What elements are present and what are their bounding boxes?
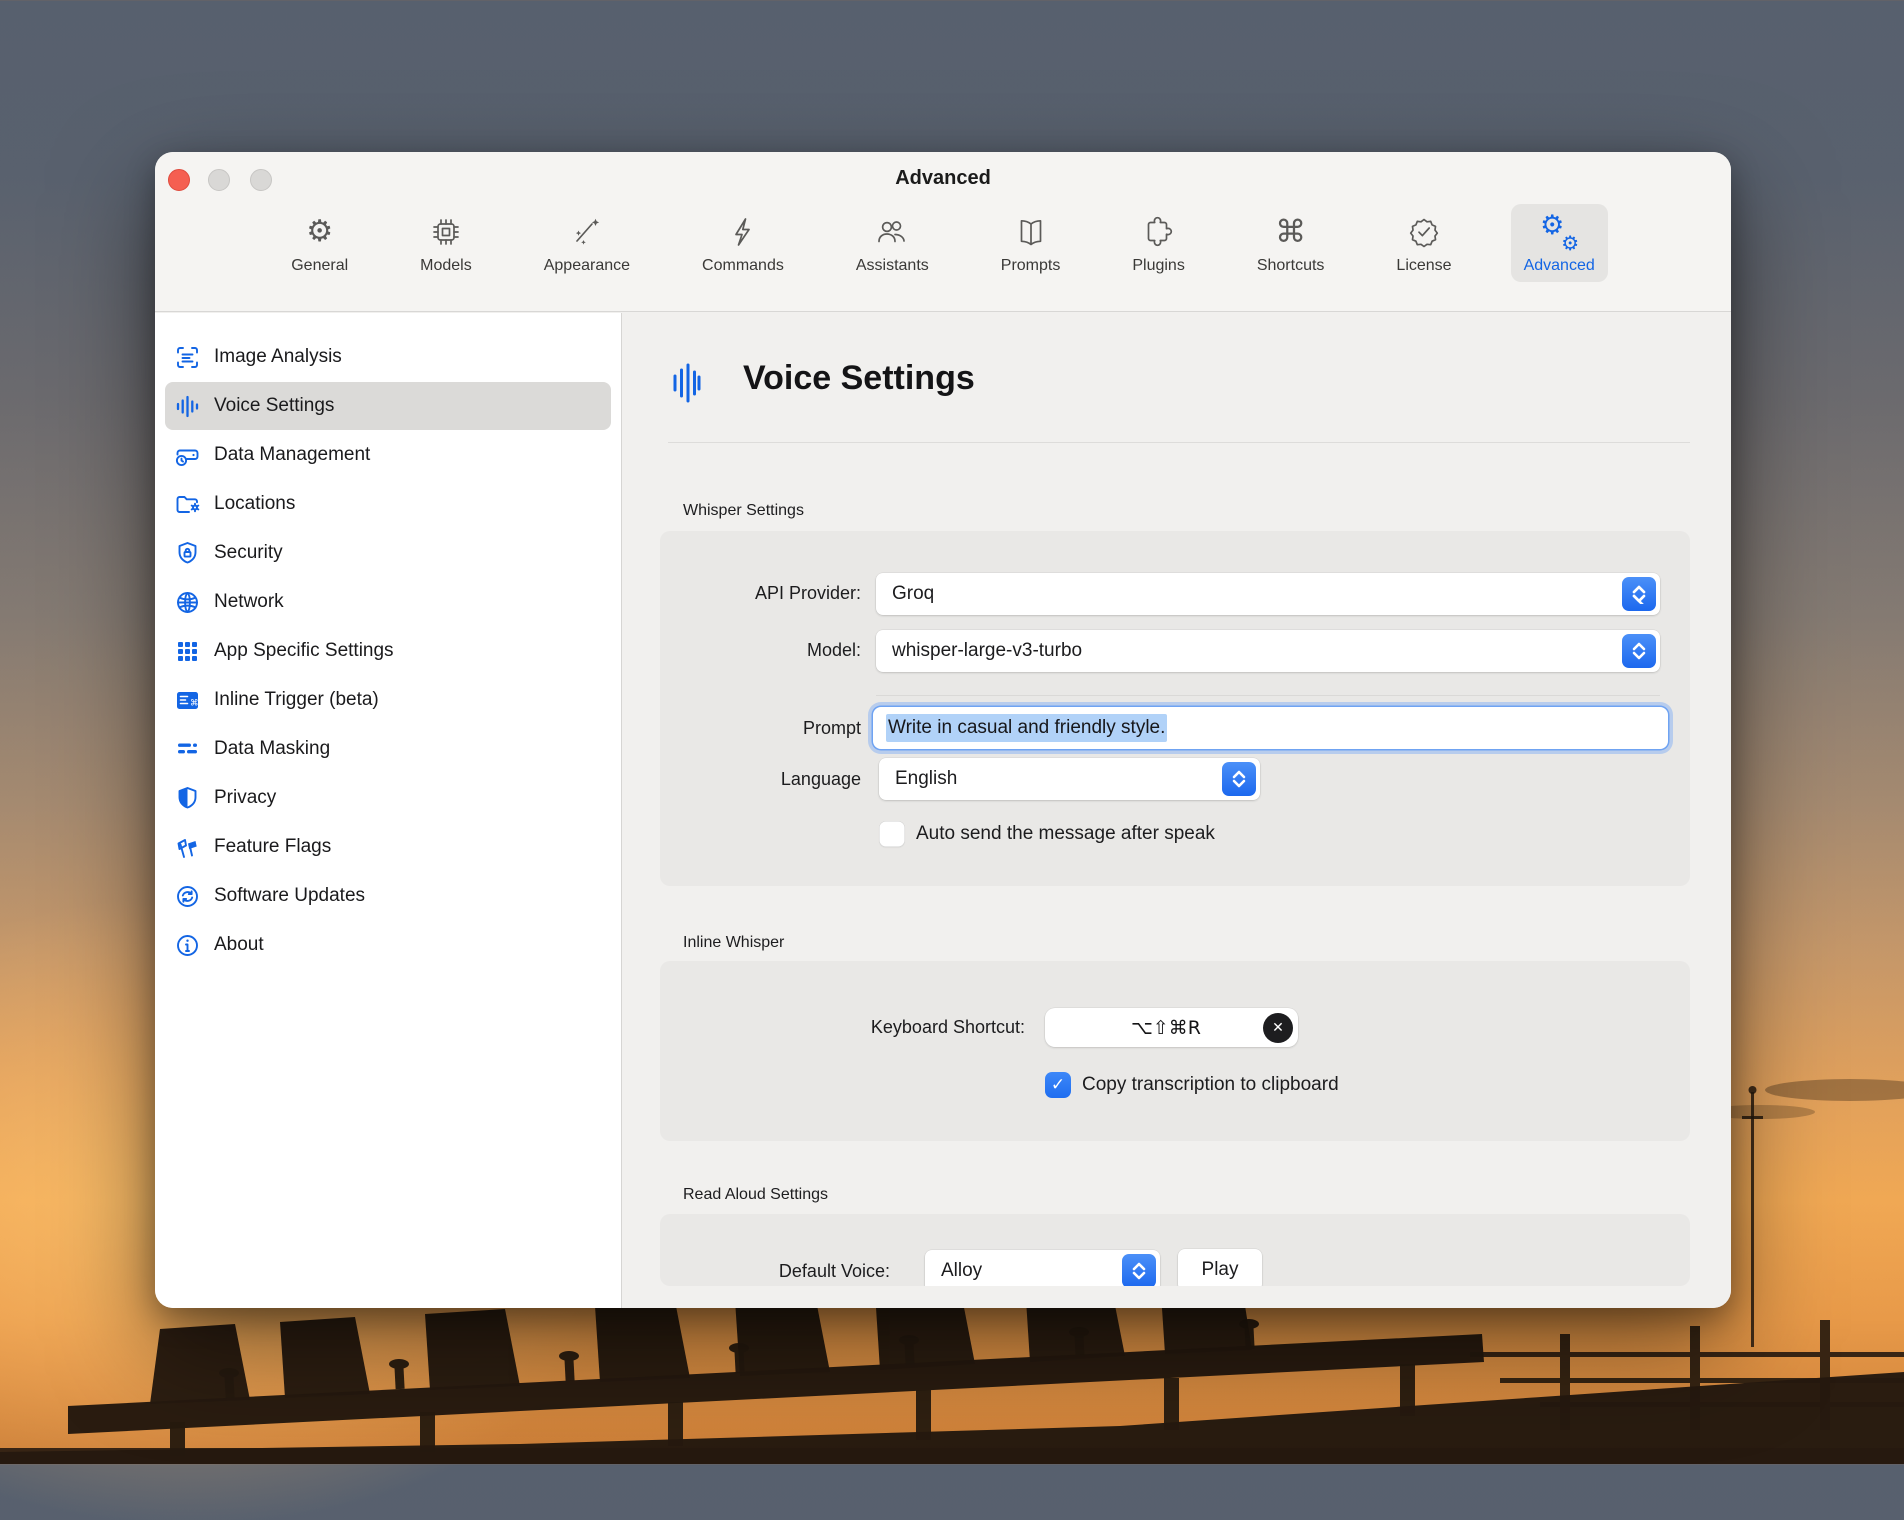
x-icon: ✕: [1272, 1020, 1284, 1036]
sidebar-item-feature-flags[interactable]: Feature Flags: [165, 823, 611, 871]
sidebar-item-data-management[interactable]: Data Management: [165, 431, 611, 479]
puzzle-icon: [1141, 212, 1177, 252]
sidebar-item-about[interactable]: About: [165, 921, 611, 969]
flags-icon: [174, 834, 201, 861]
sidebar-item-network[interactable]: Network: [165, 578, 611, 626]
chip-icon: [428, 212, 464, 252]
model-label: Model:: [601, 640, 861, 661]
auto-send-row: ✓ Auto send the message after speak: [879, 821, 1215, 847]
folder-gear-icon: [174, 491, 201, 518]
toolbar-item-commands[interactable]: Commands: [689, 204, 797, 282]
globe-icon: [174, 589, 201, 616]
seal-check-icon: [1406, 212, 1442, 252]
settings-toolbar: ⚙ General Models Appearance Commands: [155, 204, 1731, 308]
auto-send-label: Auto send the message after speak: [916, 823, 1215, 845]
toolbar-item-license[interactable]: License: [1383, 204, 1464, 282]
toolbar-item-assistants[interactable]: Assistants: [843, 204, 942, 282]
whisper-settings-card: API Provider: Groq Model: whisper-large-…: [660, 531, 1690, 886]
chevron-up-down-icon: [1622, 634, 1656, 668]
play-button[interactable]: Play: [1178, 1249, 1262, 1286]
keyboard-shortcut-field[interactable]: ⌥⇧⌘R ✕: [1045, 1008, 1298, 1047]
toolbar-item-general[interactable]: ⚙ General: [278, 204, 361, 282]
keyboard-shortcut-label: Keyboard Shortcut:: [765, 1017, 1025, 1038]
drive-clock-icon: [174, 442, 201, 469]
sidebar-item-inline-trigger[interactable]: ⌘ Inline Trigger (beta): [165, 676, 611, 724]
toolbar-item-prompts[interactable]: Prompts: [988, 204, 1074, 282]
waveform-title-icon: [672, 361, 702, 410]
clear-shortcut-button[interactable]: ✕: [1263, 1013, 1293, 1043]
gears-icon: ⚙⚙: [1539, 212, 1579, 252]
api-provider-select[interactable]: Groq: [876, 573, 1660, 615]
waveform-icon: [174, 393, 201, 420]
copy-transcription-row: ✓ Copy transcription to clipboard: [1045, 1072, 1339, 1098]
language-label: Language: [601, 769, 861, 790]
chevron-up-down-icon: [1122, 1254, 1156, 1286]
scan-text-icon: [174, 344, 201, 371]
shield-half-icon: [174, 785, 201, 812]
prompt-label: Prompt: [601, 718, 861, 739]
sidebar-item-locations[interactable]: Locations: [165, 480, 611, 528]
gear-icon: ⚙: [306, 212, 333, 252]
whisper-section-label: Whisper Settings: [683, 502, 804, 520]
sidebar-item-security[interactable]: Security: [165, 529, 611, 577]
bolt-icon: [725, 212, 761, 252]
sidebar-item-data-masking[interactable]: Data Masking: [165, 725, 611, 773]
shortcut-keys: ⌥⇧⌘R: [1045, 1017, 1263, 1039]
language-select[interactable]: English: [879, 758, 1260, 800]
sidebar-item-software-updates[interactable]: Software Updates: [165, 872, 611, 920]
sidebar-item-image-analysis[interactable]: Image Analysis: [165, 333, 611, 381]
auto-send-checkbox[interactable]: ✓: [879, 821, 905, 847]
chevron-up-down-icon: [1622, 577, 1656, 611]
default-voice-label: Default Voice:: [660, 1261, 890, 1282]
inline-whisper-section-label: Inline Whisper: [683, 934, 784, 952]
copy-transcription-checkbox[interactable]: ✓: [1045, 1072, 1071, 1098]
toolbar-item-models[interactable]: Models: [407, 204, 485, 282]
toolbar-item-appearance[interactable]: Appearance: [531, 204, 643, 282]
prompt-input[interactable]: Write in casual and friendly style.: [873, 707, 1668, 749]
people-icon: [874, 212, 910, 252]
sidebar-item-app-specific-settings[interactable]: App Specific Settings: [165, 627, 611, 675]
settings-window: Advanced ⚙ General Models Appearance: [155, 152, 1731, 1308]
chevron-up-down-icon: [1222, 762, 1256, 796]
title-divider: [668, 442, 1690, 443]
read-aloud-card: Default Voice: Alloy Play: [660, 1214, 1690, 1286]
sidebar-item-privacy[interactable]: Privacy: [165, 774, 611, 822]
shield-lock-icon: [174, 540, 201, 567]
svg-text:⌘: ⌘: [190, 698, 199, 708]
selected-text: Write in casual and friendly style.: [886, 714, 1167, 742]
book-icon: [1013, 212, 1049, 252]
bars-icon: [174, 736, 201, 763]
grid-icon: [174, 638, 201, 665]
update-icon: [174, 883, 201, 910]
read-aloud-section-label: Read Aloud Settings: [683, 1186, 828, 1204]
wand-icon: [569, 212, 605, 252]
form-divider: [876, 695, 1660, 696]
window-header: Advanced ⚙ General Models Appearance: [155, 152, 1731, 312]
default-voice-select[interactable]: Alloy: [925, 1250, 1160, 1286]
info-icon: [174, 932, 201, 959]
inline-whisper-card: Keyboard Shortcut: ⌥⇧⌘R ✕ ✓ Copy transcr…: [660, 961, 1690, 1141]
copy-transcription-label: Copy transcription to clipboard: [1082, 1074, 1339, 1096]
toolbar-item-advanced[interactable]: ⚙⚙ Advanced: [1511, 204, 1608, 282]
sidebar-item-voice-settings[interactable]: Voice Settings: [165, 382, 611, 430]
check-icon: ✓: [1051, 1075, 1065, 1095]
desktop: { "window": { "title": "Advanced" }, "ic…: [0, 0, 1904, 1464]
toolbar-item-shortcuts[interactable]: ⌘ Shortcuts: [1244, 204, 1338, 282]
settings-sidebar: Image Analysis Voice Settings Data Manag…: [155, 313, 622, 1308]
window-command-icon: ⌘: [174, 687, 201, 714]
voice-settings-pane: Voice Settings Whisper Settings API Prov…: [623, 313, 1731, 1308]
model-select[interactable]: whisper-large-v3-turbo: [876, 630, 1660, 672]
window-title: Advanced: [155, 167, 1731, 190]
api-provider-label: API Provider:: [601, 583, 861, 604]
page-title: Voice Settings: [743, 359, 975, 398]
toolbar-item-plugins[interactable]: Plugins: [1119, 204, 1197, 282]
command-icon: ⌘: [1275, 212, 1306, 252]
